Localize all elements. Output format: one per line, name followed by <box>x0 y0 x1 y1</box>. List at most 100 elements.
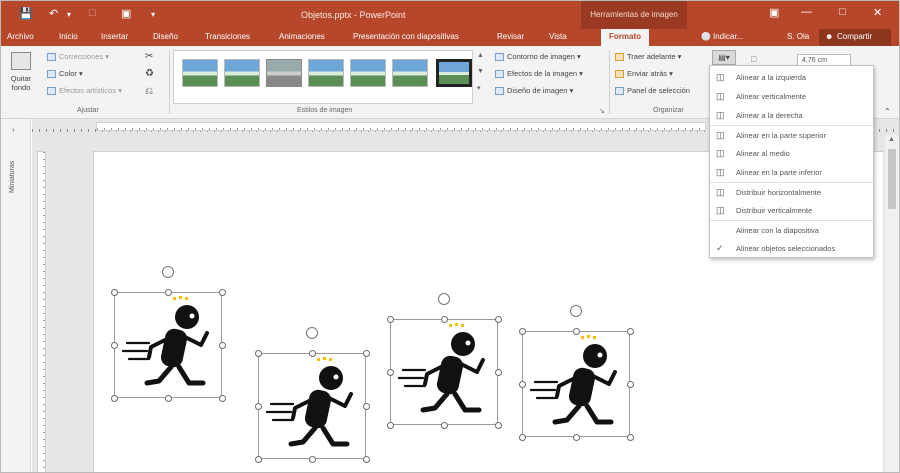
rotate-handle-icon[interactable] <box>306 327 318 339</box>
compress-pictures-icon[interactable]: ✂ <box>145 51 153 62</box>
remove-background-button[interactable]: Quitar fondo <box>7 74 35 92</box>
rotate-handle-icon[interactable] <box>162 266 174 278</box>
expand-thumbnails-icon[interactable]: › <box>12 125 15 134</box>
resize-handle[interactable] <box>362 349 370 357</box>
menu-item-distribute-vertical[interactable]: ◫ Distribuir verticalmente <box>710 201 873 220</box>
present-icon[interactable]: ▣ <box>121 7 131 20</box>
picture-style-2[interactable] <box>224 59 260 87</box>
picture-style-6[interactable] <box>392 59 428 87</box>
resize-handle[interactable] <box>572 327 580 335</box>
resize-handle[interactable] <box>626 433 634 441</box>
tab-formato[interactable]: Formato <box>601 29 649 46</box>
resize-handle[interactable] <box>110 341 118 349</box>
vertical-ruler[interactable] <box>37 151 46 472</box>
resize-handle[interactable] <box>254 349 262 357</box>
tab-archivo[interactable]: Archivo <box>7 32 34 41</box>
tab-presentacion[interactable]: Presentación con diapositivas <box>353 32 459 41</box>
menu-item-align-right[interactable]: ◫ Alinear a la derecha <box>710 106 873 125</box>
picture-style-3[interactable] <box>266 59 302 87</box>
scroll-up-icon[interactable]: ▲ <box>888 136 895 143</box>
crop-icon[interactable]: □ <box>751 54 756 64</box>
rotate-handle-icon[interactable] <box>438 293 450 305</box>
resize-handle[interactable] <box>572 433 580 441</box>
runner-picture[interactable] <box>390 319 498 425</box>
menu-item-align-center[interactable]: ◫ Alinear verticalmente <box>710 87 873 106</box>
resize-handle[interactable] <box>362 455 370 463</box>
bring-forward-button[interactable]: Traer adelante ▾ <box>615 52 681 62</box>
gallery-scroll-up-icon[interactable]: ▲ <box>477 52 484 59</box>
resize-handle[interactable] <box>440 421 448 429</box>
gallery-more-icon[interactable]: ▾ <box>477 84 481 92</box>
menu-item-distribute-horizontal[interactable]: ◫ Distribuir horizontalmente <box>710 182 873 201</box>
tab-inicio[interactable]: Inicio <box>59 32 78 41</box>
rotate-handle-icon[interactable] <box>570 305 582 317</box>
picture-style-7[interactable] <box>436 59 472 87</box>
resize-handle[interactable] <box>386 315 394 323</box>
color-button[interactable]: Color ▾ <box>47 69 83 79</box>
scrollbar-thumb[interactable] <box>888 149 896 209</box>
resize-handle[interactable] <box>440 315 448 323</box>
change-picture-icon[interactable]: ♻ <box>145 68 154 79</box>
picture-border-button[interactable]: Contorno de imagen ▾ <box>495 52 581 62</box>
resize-handle[interactable] <box>254 455 262 463</box>
tab-diseno[interactable]: Diseño <box>153 32 178 41</box>
picture-layout-button[interactable]: Diseño de imagen ▾ <box>495 86 573 96</box>
close-icon[interactable]: ✕ <box>873 6 882 19</box>
user-name[interactable]: S. Ola <box>787 32 809 41</box>
picture-effects-button[interactable]: Efectos de la imagen ▾ <box>495 69 583 79</box>
horizontal-ruler[interactable] <box>96 122 706 131</box>
selection-pane-button[interactable]: Panel de selección <box>615 86 690 96</box>
tab-vista[interactable]: Vista <box>549 32 567 41</box>
resize-handle[interactable] <box>218 288 226 296</box>
resize-handle[interactable] <box>518 327 526 335</box>
redo-icon[interactable]: □ <box>89 7 96 19</box>
resize-handle[interactable] <box>518 380 526 388</box>
tab-revisar[interactable]: Revisar <box>497 32 524 41</box>
tab-animaciones[interactable]: Animaciones <box>279 32 325 41</box>
ribbon-display-icon[interactable]: ▣ <box>769 6 779 19</box>
maximize-icon[interactable]: □ <box>839 6 846 18</box>
send-backward-button[interactable]: Enviar atrás ▾ <box>615 69 673 79</box>
collapse-ribbon-icon[interactable]: ⌃ <box>884 107 891 116</box>
thumbnails-pane[interactable]: › Miniaturas <box>1 119 31 472</box>
menu-item-align-top[interactable]: ◫ Alinear en la parte superior <box>710 125 873 144</box>
resize-handle[interactable] <box>518 433 526 441</box>
tell-me-box[interactable]: Indicar... <box>713 32 743 41</box>
menu-item-align-selected[interactable]: ✓ Alinear objetos seleccionados <box>710 239 873 258</box>
share-button[interactable]: ☻ Compartir <box>819 29 891 46</box>
menu-item-align-left[interactable]: ◫ Alinear a la izquierda <box>710 68 873 87</box>
dialog-launcher-icon[interactable]: ↘ <box>599 107 605 115</box>
align-button[interactable]: ▤▾ <box>712 50 736 65</box>
resize-handle[interactable] <box>362 402 370 410</box>
save-icon[interactable]: 💾 <box>19 7 33 20</box>
resize-handle[interactable] <box>254 402 262 410</box>
remove-background-icon[interactable] <box>11 52 31 70</box>
resize-handle[interactable] <box>308 349 316 357</box>
resize-handle[interactable] <box>626 380 634 388</box>
resize-handle[interactable] <box>386 368 394 376</box>
runner-picture[interactable] <box>114 292 222 398</box>
resize-handle[interactable] <box>164 288 172 296</box>
undo-icon[interactable]: ↶ <box>49 7 58 20</box>
tab-transiciones[interactable]: Transiciones <box>205 32 250 41</box>
resize-handle[interactable] <box>494 315 502 323</box>
resize-handle[interactable] <box>494 421 502 429</box>
corrections-button[interactable]: Correcciones ▾ <box>47 52 109 62</box>
vertical-scrollbar[interactable]: ▲ <box>885 135 899 472</box>
menu-item-align-middle[interactable]: ◫ Alinear al medio <box>710 144 873 163</box>
tab-insertar[interactable]: Insertar <box>101 32 128 41</box>
resize-handle[interactable] <box>308 455 316 463</box>
resize-handle[interactable] <box>164 394 172 402</box>
menu-item-align-bottom[interactable]: ◫ Alinear en la parte inferior <box>710 163 873 182</box>
resize-handle[interactable] <box>494 368 502 376</box>
resize-handle[interactable] <box>626 327 634 335</box>
resize-handle[interactable] <box>110 394 118 402</box>
resize-handle[interactable] <box>110 288 118 296</box>
resize-handle[interactable] <box>218 394 226 402</box>
gallery-scroll-down-icon[interactable]: ▼ <box>477 68 484 75</box>
resize-handle[interactable] <box>386 421 394 429</box>
picture-style-4[interactable] <box>308 59 344 87</box>
runner-picture[interactable] <box>522 331 630 437</box>
picture-style-1[interactable] <box>182 59 218 87</box>
resize-handle[interactable] <box>218 341 226 349</box>
